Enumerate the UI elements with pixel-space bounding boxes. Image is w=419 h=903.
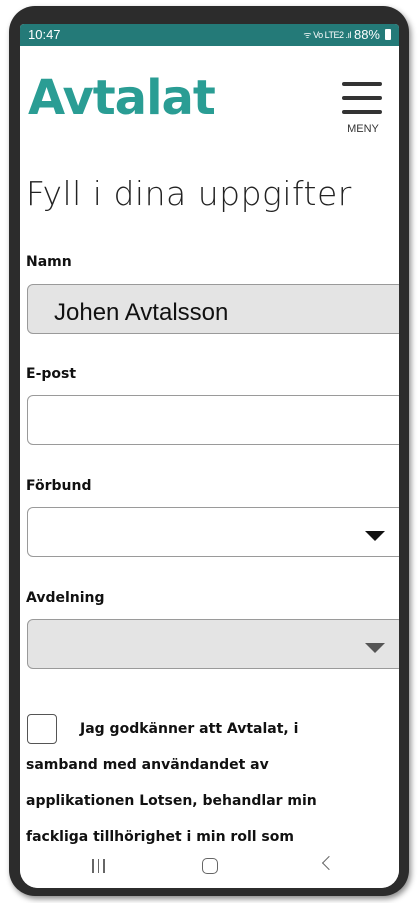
signal-icon: ᯤ Vo LTE2 .ıl: [303, 30, 351, 40]
name-label: Namn: [26, 254, 72, 270]
caret-down-icon: [365, 643, 385, 653]
hamburger-bar: [342, 110, 382, 114]
hamburger-bar: [342, 96, 382, 100]
hamburger-bar: [342, 82, 382, 86]
status-time: 10:47: [28, 27, 61, 42]
department-select[interactable]: [27, 619, 399, 669]
app-logo: Avtalat: [28, 70, 216, 126]
name-field[interactable]: Johen Avtalsson: [27, 284, 399, 334]
menu-button[interactable]: MENY: [342, 82, 386, 142]
consent-checkbox[interactable]: [27, 714, 57, 744]
consent-text-line: fackliga tillhörighet i min roll som: [26, 829, 294, 845]
email-field[interactable]: [27, 395, 399, 445]
back-icon[interactable]: [321, 855, 337, 871]
battery-icon: [385, 29, 391, 40]
menu-label: MENY: [347, 123, 379, 135]
status-indicators: ᯤ Vo LTE2 .ıl 88%: [303, 27, 391, 42]
battery-level: 88%: [353, 27, 380, 42]
system-nav-bar: [20, 847, 399, 888]
consent-text-line: Jag godkänner att Avtalat, i: [80, 721, 299, 737]
union-select[interactable]: [27, 507, 399, 557]
email-label: E-post: [26, 366, 77, 382]
status-bar: 10:47 ᯤ Vo LTE2 .ıl 88%: [20, 24, 399, 46]
name-value: Johen Avtalsson: [54, 299, 229, 326]
page-title: Fyll i dina uppgifter: [26, 174, 352, 213]
consent-text-line: applikationen Lotsen, behandlar min: [26, 793, 317, 809]
home-icon[interactable]: [202, 858, 218, 874]
department-label: Avdelning: [26, 590, 105, 606]
caret-down-icon: [365, 531, 385, 541]
screen: 10:47 ᯤ Vo LTE2 .ıl 88% Avtalat MENY Fyl…: [20, 24, 399, 888]
consent-text-line: samband med användandet av: [26, 757, 269, 773]
union-label: Förbund: [26, 478, 92, 494]
recent-apps-icon[interactable]: [92, 859, 105, 873]
